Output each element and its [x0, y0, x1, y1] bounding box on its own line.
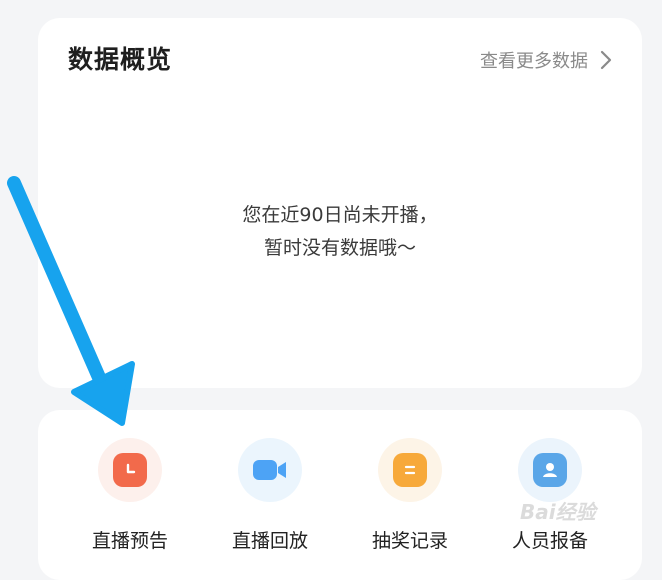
tool-icon-bg — [378, 438, 442, 502]
person-card-icon — [533, 453, 567, 487]
tool-label: 直播预告 — [91, 530, 168, 552]
tool-icon-bg — [518, 438, 582, 502]
data-overview-card: 数据概览 查看更多数据 您在近90日尚未开播， 暂时没有数据哦～ — [38, 18, 642, 388]
video-camera-icon — [251, 456, 289, 484]
chevron-right-icon — [600, 50, 612, 70]
overview-title: 数据概览 — [68, 45, 173, 74]
tool-live-replay[interactable]: 直播回放 — [200, 438, 340, 553]
tool-icon-bg — [238, 438, 302, 502]
tool-icon-bg — [98, 438, 162, 502]
empty-state-line-1: 您在近90日尚未开播， — [242, 204, 438, 226]
view-more-data-label: 查看更多数据 — [480, 51, 588, 72]
empty-state-line-2: 暂时没有数据哦～ — [263, 237, 416, 259]
tool-label: 人员报备 — [511, 530, 588, 552]
clock-icon — [113, 453, 147, 487]
tools-card: 直播预告 直播回放 抽奖记录 人员报备 — [38, 410, 642, 580]
tool-lottery-records[interactable]: 抽奖记录 — [340, 438, 480, 553]
view-more-data-link[interactable]: 查看更多数据 — [480, 47, 612, 73]
tool-label: 抽奖记录 — [371, 530, 448, 552]
gift-list-icon — [393, 453, 427, 487]
tool-label: 直播回放 — [231, 530, 308, 552]
tool-staff-report[interactable]: 人员报备 — [480, 438, 620, 553]
tool-live-preview[interactable]: 直播预告 — [60, 438, 200, 553]
